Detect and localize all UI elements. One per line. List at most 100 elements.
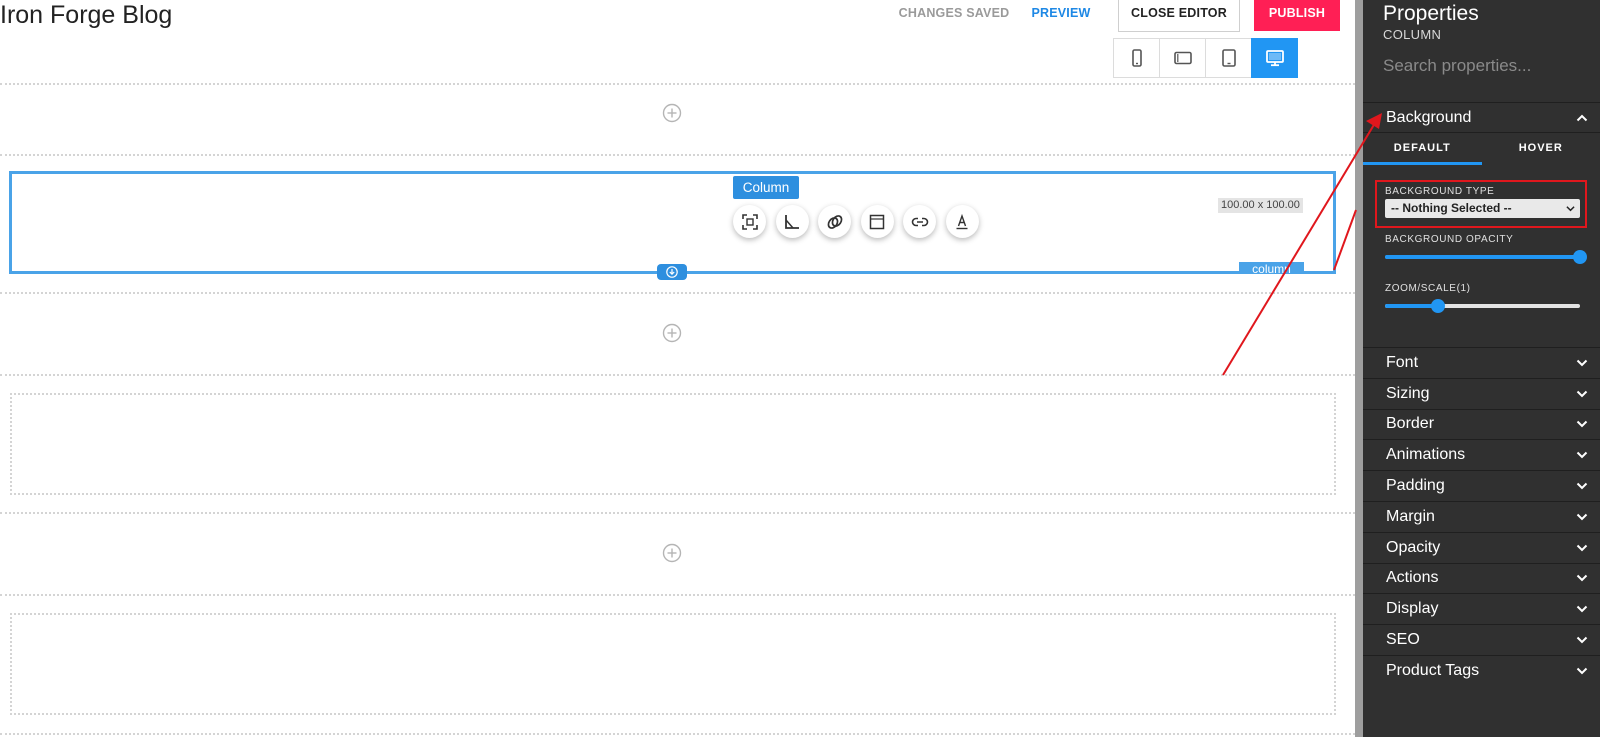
slider-fill [1385,304,1438,308]
panel-title: Properties [1383,2,1479,25]
tablet-landscape-icon [1173,51,1192,65]
section-border-header[interactable]: Border [1363,408,1600,440]
section-divider [0,83,1355,85]
section-font-header[interactable]: Font [1363,347,1600,378]
chevron-down-icon [1576,513,1588,521]
page-builder-app: Iron Forge Blog CHANGES SAVED PREVIEW CL… [0,0,1600,737]
arrow-down-icon [666,266,678,278]
device-tablet-landscape-button[interactable] [1159,38,1206,78]
section-padding-header[interactable]: Padding [1363,470,1600,501]
section-divider [0,733,1355,735]
column-tag: column [1239,262,1304,274]
device-switcher [1113,38,1298,78]
chevron-down-icon [1576,452,1588,459]
zoom-scale-slider[interactable] [1385,299,1580,313]
section-title: Opacity [1386,538,1441,556]
chevron-up-icon [1576,114,1588,121]
add-section-icon[interactable] [662,543,682,563]
move-down-button[interactable] [657,264,687,280]
slider-fill [1385,255,1580,259]
section-product-tags-header[interactable]: Product Tags [1363,654,1600,686]
section-title: Font [1386,353,1419,371]
chevron-down-icon [1576,636,1588,644]
phone-icon [1131,49,1142,67]
empty-row-dropzone[interactable] [10,393,1336,495]
site-title: Iron Forge Blog [0,1,173,29]
section-title: Actions [1386,569,1439,587]
background-opacity-slider[interactable] [1385,250,1587,264]
background-type-select[interactable]: -- Nothing Selected -- [1385,199,1580,218]
select-tool-button[interactable] [733,205,766,238]
search-properties-input[interactable] [1383,56,1583,76]
preview-button[interactable]: PREVIEW [1030,0,1092,31]
chevron-down-icon [1566,206,1575,212]
measure-icon [785,214,799,229]
measure-tool-button[interactable] [775,205,809,238]
desktop-icon [1265,50,1284,67]
selected-element-tag: Column [733,176,799,199]
section-seo-header[interactable]: SEO [1363,624,1600,655]
section-margin-header[interactable]: Margin [1363,500,1600,532]
add-section-icon[interactable] [662,103,682,123]
section-sizing-header[interactable]: Sizing [1363,377,1600,409]
slider-knob[interactable] [1430,299,1445,313]
select-value: -- Nothing Selected -- [1391,201,1512,215]
section-divider [0,594,1355,596]
section-opacity-header[interactable]: Opacity [1363,531,1600,563]
chevron-down-icon [1576,544,1588,552]
section-actions-header[interactable]: Actions [1363,562,1600,594]
section-divider [0,292,1355,294]
section-divider [0,374,1355,376]
chevron-down-icon [1576,421,1588,428]
section-title: Background [1386,108,1472,126]
chevron-down-icon [1576,482,1588,490]
section-title: Display [1386,600,1439,618]
section-title: Border [1386,415,1435,433]
section-title: Sizing [1386,384,1430,402]
device-mobile-button[interactable] [1113,38,1160,78]
select-icon [741,213,758,230]
link-icon [911,217,928,226]
section-divider [0,512,1355,514]
tab-hover[interactable]: HOVER [1482,133,1600,165]
tab-default[interactable]: DEFAULT [1363,133,1482,165]
section-animations-header[interactable]: Animations [1363,439,1600,470]
element-toolbar [733,205,988,238]
link-chain-icon [827,214,842,229]
add-section-icon[interactable] [662,323,682,343]
chevron-down-icon [1576,667,1588,675]
device-desktop-button[interactable] [1251,38,1298,78]
tablet-icon [1221,49,1236,67]
background-type-label: BACKGROUND TYPE [1385,186,1495,197]
link-tool-button[interactable] [903,205,936,238]
properties-panel: Properties COLUMN Background DEFAULT HOV… [1363,0,1600,737]
property-sections: Font Sizing Border Animations Padding Margin O… [1363,347,1600,686]
chevron-down-icon [1576,359,1588,367]
element-dimensions: 100.00 x 100.00 [1218,198,1303,213]
canvas-scrollbar[interactable] [1355,0,1363,737]
background-opacity-label: BACKGROUND OPACITY [1385,234,1514,245]
slider-knob[interactable] [1573,250,1587,264]
empty-row-dropzone[interactable] [10,613,1336,715]
publish-button[interactable]: PUBLISH [1254,0,1340,31]
chevron-down-icon [1576,606,1588,613]
section-background-header[interactable]: Background [1363,102,1600,132]
selected-column[interactable] [9,171,1336,274]
background-tabs: DEFAULT HOVER [1363,132,1600,165]
frame-icon [869,214,885,229]
link-chain-tool-button[interactable] [818,205,851,238]
text-color-icon [956,213,968,229]
section-divider [0,154,1355,156]
close-editor-button[interactable]: CLOSE EDITOR [1118,0,1240,32]
save-status: CHANGES SAVED [898,6,1010,20]
section-title: Padding [1386,477,1445,495]
device-tablet-button[interactable] [1205,38,1252,78]
section-title: Margin [1386,507,1435,525]
zoom-scale-label: ZOOM/SCALE(1) [1385,283,1471,294]
section-title: Animations [1386,446,1466,464]
section-title: Product Tags [1386,661,1480,679]
text-color-tool-button[interactable] [945,205,979,238]
editor-canvas: Iron Forge Blog CHANGES SAVED PREVIEW CL… [0,0,1355,737]
frame-tool-button[interactable] [860,205,894,238]
section-display-header[interactable]: Display [1363,593,1600,624]
